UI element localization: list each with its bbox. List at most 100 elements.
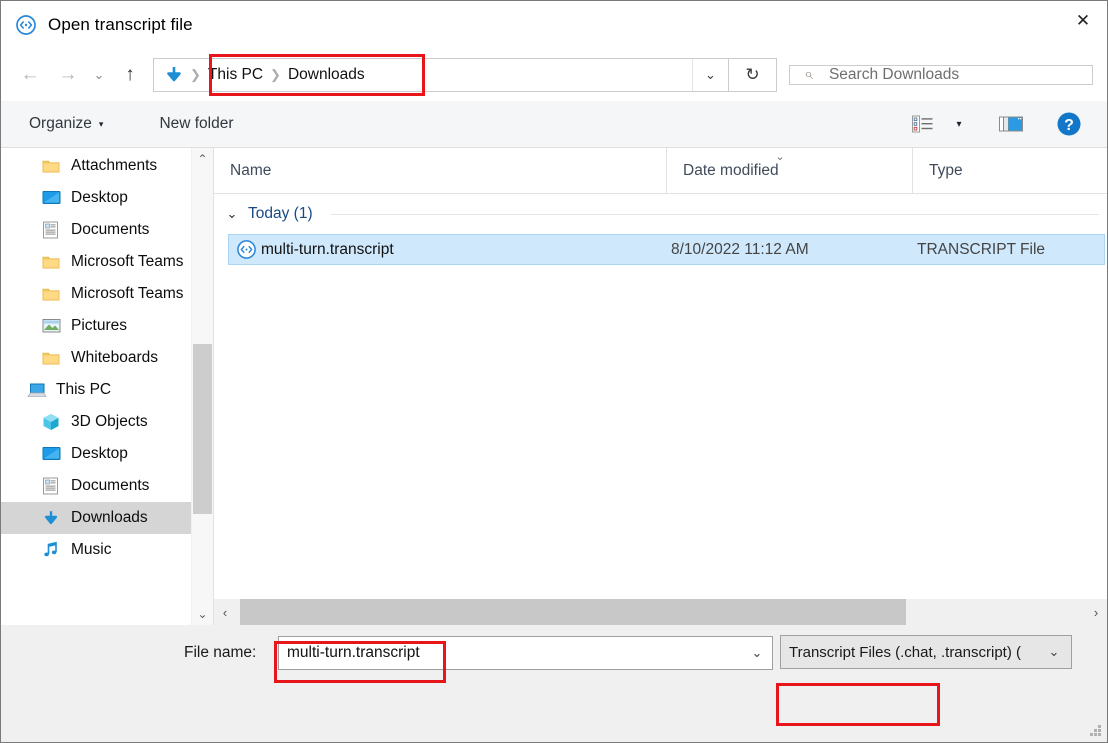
sidebar-item-label: Attachments [71,157,158,174]
navigation-list: Attachments Desktop Documents Microsoft Tea… [1,148,213,566]
back-button[interactable]: ← [11,58,49,92]
breadcrumb-separator-0[interactable]: ❯ [190,67,201,83]
folder-icon [42,158,67,174]
documents-icon [42,477,67,495]
file-name-cell: multi-turn.transcript [261,240,394,258]
sidebar-item-label: Whiteboards [71,349,159,366]
view-options-chevron-down-icon[interactable]: ▾ [945,107,973,141]
sidebar-item-microsoft-teams[interactable]: Microsoft Teams [1,246,213,278]
organize-button[interactable]: Organize ▾ [23,111,109,137]
view-list-icon[interactable] [901,107,945,141]
scroll-up-button[interactable]: ⌃ [192,148,213,170]
scroll-down-button[interactable]: ⌄ [192,603,213,625]
breadcrumb-separator-1[interactable]: ❯ [270,67,281,83]
horizontal-scrollbar-thumb[interactable] [240,599,906,625]
dialog-body: Attachments Desktop Documents Microsoft Tea… [1,148,1107,625]
file-type-cell: TRANSCRIPT File [917,240,1046,258]
sidebar-item-label: Desktop [71,445,128,462]
sidebar-item-documents[interactable]: Documents [1,470,213,502]
sidebar-item-3d-objects[interactable]: 3D Objects [1,406,213,438]
chevron-down-icon[interactable]: ⌄ [1041,636,1067,668]
resize-grip[interactable] [1089,725,1102,738]
sidebar-item-label: Pictures [71,317,127,334]
chevron-down-icon[interactable]: ⌄ [742,637,772,669]
open-file-dialog: Open transcript file ✕ ← → ⌄ ↑ ❯ This PC… [0,0,1108,743]
transcript-code-icon [231,239,261,260]
sidebar-scrollbar-thumb[interactable] [193,344,212,514]
sidebar-item-whiteboards[interactable]: Whiteboards [1,342,213,374]
search-input[interactable]: ⌕ Search Downloads [789,64,1093,85]
navigation-bar: ← → ⌄ ↑ ❯ This PC ❯ Downloads ⌄ ↻ ⌕ Sear… [1,48,1107,101]
recent-locations-button[interactable]: ⌄ [87,58,111,92]
chevron-down-icon[interactable]: ⌄ [224,206,240,222]
new-folder-button[interactable]: New folder [153,111,239,137]
folder-icon [42,254,67,270]
title-bar: Open transcript file ✕ [1,1,1107,48]
file-type-select[interactable]: Transcript Files (.chat, .transcript) ( … [780,635,1072,669]
sidebar-item-label: Downloads [71,509,148,526]
documents-icon [42,221,67,239]
forward-button[interactable]: → [49,58,87,92]
new-folder-label: New folder [159,115,234,132]
sidebar-item-microsoft-teams[interactable]: Microsoft Teams [1,278,213,310]
sidebar-item-this-pc[interactable]: This PC [1,374,213,406]
sidebar-item-attachments[interactable]: Attachments [1,150,213,182]
sidebar-item-label: Microsoft Teams [71,253,184,270]
chevron-down-icon: ▾ [98,118,104,129]
column-header-name-label: Name [230,161,272,179]
sidebar-item-label: This PC [56,381,112,398]
scroll-right-button[interactable]: › [1085,599,1107,625]
file-list-pane: Name ⌄ Date modified Type ⌄ Today (1) mu… [214,148,1107,625]
up-button[interactable]: ↑ [111,58,149,92]
preview-pane-icon[interactable] [989,107,1033,141]
transcript-code-icon [14,13,38,37]
svg-text:?: ? [1064,117,1074,134]
table-row[interactable]: multi-turn.transcript 8/10/2022 11:12 AM… [228,234,1105,265]
column-header-type[interactable]: Type [912,148,1107,193]
sidebar-item-desktop[interactable]: Desktop [1,438,213,470]
sidebar-item-documents[interactable]: Documents [1,214,213,246]
filename-label: File name: [184,644,257,661]
desktop-icon [42,190,67,206]
folder-icon [42,286,67,302]
sidebar-item-downloads[interactable]: Downloads [1,502,213,534]
search-placeholder: Search Downloads [828,65,960,83]
file-date-cell: 8/10/2022 11:12 AM [671,240,809,258]
music-icon [42,541,67,559]
help-button[interactable]: ? [1047,107,1091,141]
column-header-date-label: Date modified [683,161,779,179]
breadcrumb-item-downloads[interactable]: Downloads [285,64,368,86]
downloads-arrow-icon [162,65,186,85]
this-pc-icon [27,382,52,399]
sidebar-item-music[interactable]: Music [1,534,213,566]
sidebar-item-label: Microsoft Teams [71,285,184,302]
dialog-footer: File name: multi-turn.transcript ⌄ Trans… [1,625,1107,742]
chevron-down-icon[interactable]: ⌄ [692,58,728,91]
sidebar-item-label: Desktop [71,189,128,206]
command-toolbar: Organize ▾ New folder ▾ ? [1,101,1107,148]
group-header-label: Today (1) [248,205,313,222]
breadcrumb[interactable]: ❯ This PC ❯ Downloads ⌄ [153,57,729,92]
file-items-container: ⌄ Today (1) multi-turn.transcript 8/10/2… [214,194,1107,599]
pictures-icon [42,318,67,334]
address-bar[interactable]: ❯ This PC ❯ Downloads ⌄ ↻ [153,57,777,92]
sidebar-item-label: Documents [71,221,150,238]
filename-value: multi-turn.transcript [287,644,420,661]
breadcrumb-item-this-pc[interactable]: This PC [205,64,266,86]
sidebar-item-label: Music [71,541,112,558]
sidebar-item-desktop[interactable]: Desktop [1,182,213,214]
search-icon: ⌕ [804,65,813,83]
scroll-left-button[interactable]: ‹ [214,599,236,625]
column-header-date-modified[interactable]: ⌄ Date modified [666,148,912,193]
sidebar-item-pictures[interactable]: Pictures [1,310,213,342]
column-header-name[interactable]: Name [214,148,666,193]
refresh-button[interactable]: ↻ [729,57,777,92]
organize-label: Organize [29,115,92,132]
file-list-horizontal-scrollbar[interactable]: ‹ › [214,599,1107,625]
sidebar-scrollbar[interactable]: ⌃ ⌄ [191,148,213,625]
filename-input[interactable]: multi-turn.transcript ⌄ [278,636,773,670]
column-header-type-label: Type [929,161,963,179]
desktop-icon [42,446,67,462]
close-icon[interactable]: ✕ [1059,1,1107,41]
group-header-today[interactable]: ⌄ Today (1) [214,194,1107,234]
